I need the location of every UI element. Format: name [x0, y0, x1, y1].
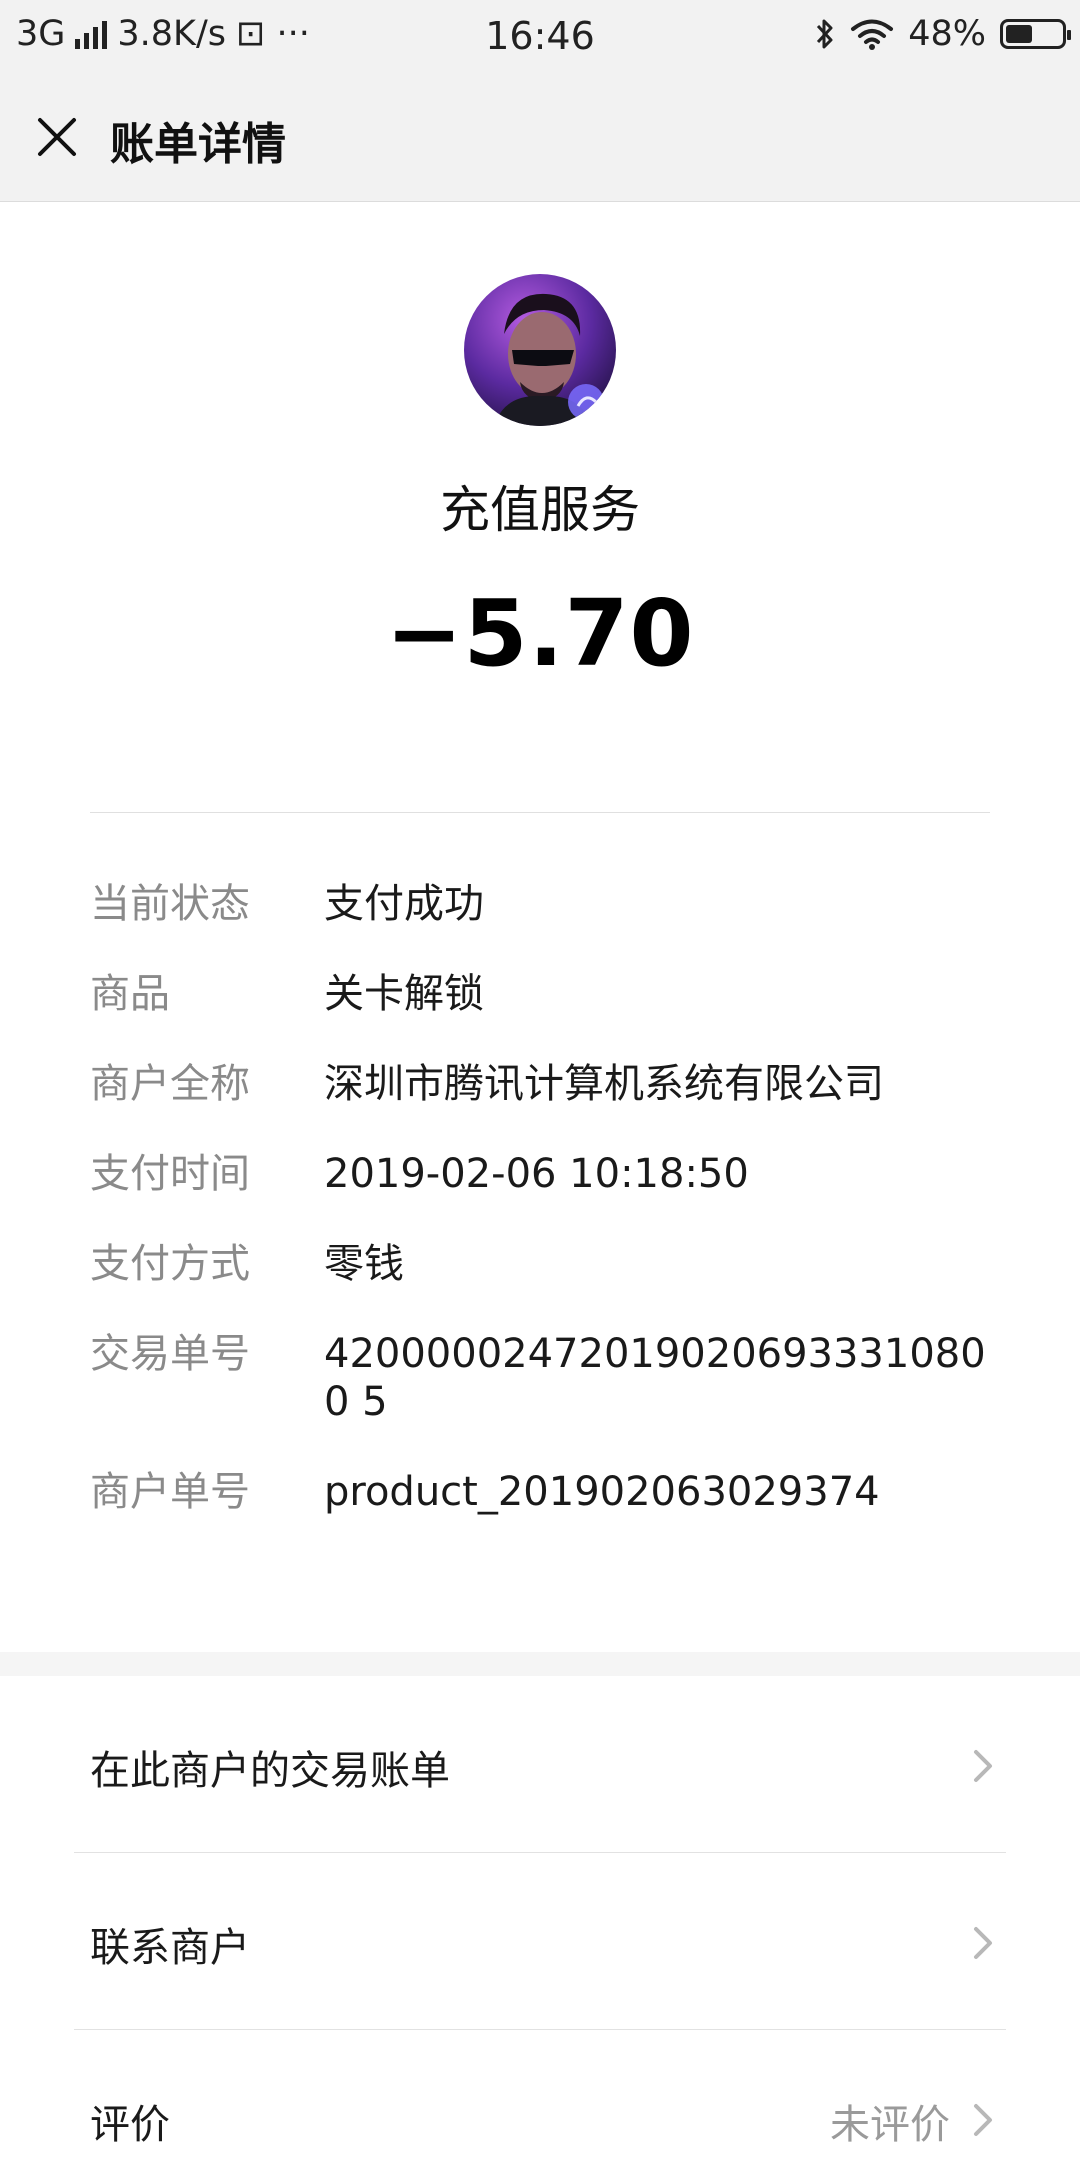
rating-label: 评价 [90, 2102, 170, 2148]
wifi-icon [851, 19, 894, 50]
status-bar: 3G 3.8K/s ⊡ ··· 16:46 48% [0, 0, 1080, 72]
detail-row-merchant-order-id: 商户单号 product_201902063029374 [90, 1468, 990, 1516]
detail-value: 支付成功 [324, 881, 484, 927]
detail-row-pay-time: 支付时间 2019-02-06 10:18:50 [90, 1150, 990, 1198]
detail-value: 关卡解锁 [324, 971, 484, 1017]
close-icon[interactable] [32, 112, 82, 162]
transaction-amount: −5.70 [385, 580, 695, 687]
detail-row-product: 商品 关卡解锁 [90, 970, 990, 1018]
merchant-bills-label: 在此商户的交易账单 [90, 1748, 450, 1794]
chevron-right-icon [974, 1927, 992, 1959]
bluetooth-icon [817, 19, 833, 49]
detail-value: 零钱 [324, 1241, 404, 1287]
divider [90, 812, 990, 813]
status-right: 48% [814, 14, 1071, 54]
rating-value: 未评价 [830, 2102, 950, 2148]
bill-details: 当前状态 支付成功 商品 关卡解锁 商户全称 深圳市腾讯计算机系统有限公司 支付… [90, 880, 990, 1558]
section-gap [0, 1652, 1080, 1676]
detail-value: 2019-02-06 10:18:50 [324, 1151, 749, 1197]
battery-percent: 48% [908, 14, 986, 54]
detail-label: 商户全称 [90, 1061, 250, 1107]
detail-label: 商户单号 [90, 1469, 250, 1515]
detail-label: 交易单号 [90, 1331, 250, 1377]
detail-label: 支付时间 [90, 1151, 250, 1197]
merchant-name: 充值服务 [440, 481, 640, 539]
chevron-right-icon [974, 1750, 992, 1782]
merchant-avatar [464, 274, 616, 426]
contact-merchant-item[interactable]: 联系商户 [0, 1853, 1080, 2029]
battery-icon [1000, 19, 1071, 49]
page-title: 账单详情 [110, 119, 286, 170]
detail-label: 当前状态 [90, 881, 250, 927]
chevron-right-icon [974, 2104, 992, 2136]
detail-label: 商品 [90, 971, 170, 1017]
detail-value: product_201902063029374 [324, 1469, 880, 1515]
detail-value: 深圳市腾讯计算机系统有限公司 [324, 1061, 884, 1107]
detail-row-status: 当前状态 支付成功 [90, 880, 990, 928]
contact-merchant-label: 联系商户 [90, 1925, 250, 1971]
merchant-bills-item[interactable]: 在此商户的交易账单 [0, 1676, 1080, 1852]
detail-label: 支付方式 [90, 1241, 250, 1287]
detail-row-transaction-id: 交易单号 420000024720190206933310800 5 [90, 1330, 990, 1426]
detail-row-merchant-fullname: 商户全称 深圳市腾讯计算机系统有限公司 [90, 1060, 990, 1108]
rating-item[interactable]: 评价 未评价 [0, 2030, 1080, 2160]
detail-row-pay-method: 支付方式 零钱 [90, 1240, 990, 1288]
header-bar: 账单详情 [0, 72, 1080, 202]
detail-value: 420000024720190206933310800 5 [324, 1331, 986, 1425]
battery-level [1006, 25, 1032, 43]
